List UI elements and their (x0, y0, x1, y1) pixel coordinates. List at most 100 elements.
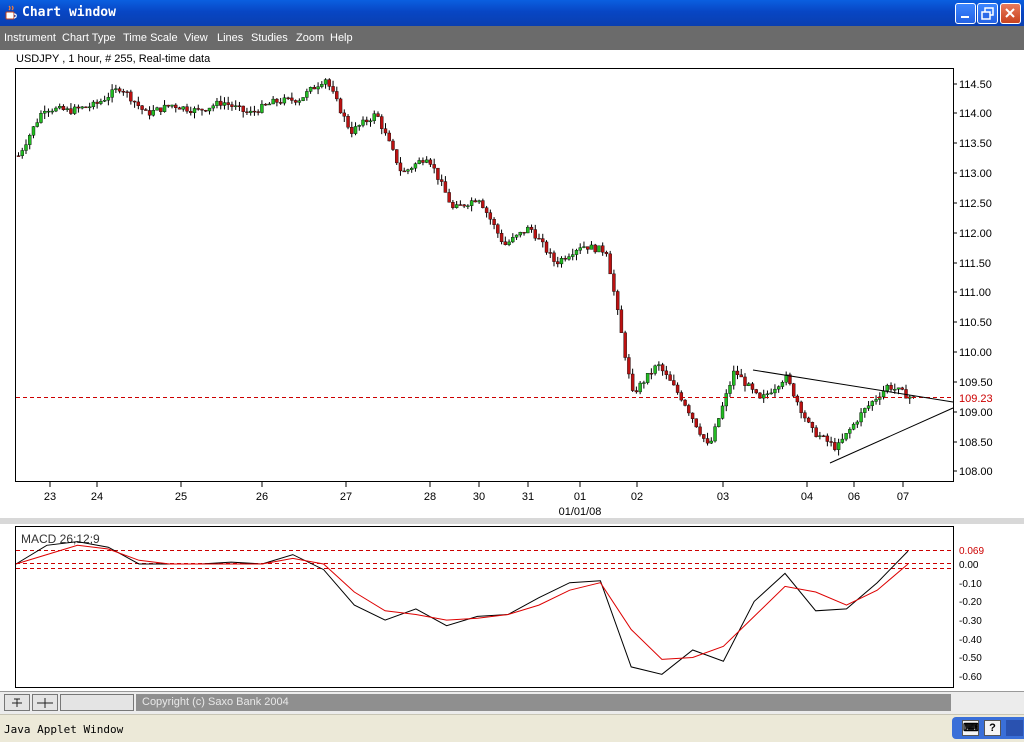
help-icon[interactable]: ? (984, 720, 1001, 736)
price-tick: 108.50 (953, 437, 993, 449)
close-button[interactable] (1000, 3, 1021, 24)
candle-body (222, 102, 227, 106)
close-icon (1005, 8, 1015, 18)
candle-body (327, 79, 332, 87)
candle-body (436, 167, 440, 180)
candle-body (398, 162, 403, 172)
candle-body (672, 380, 676, 386)
svg-text:03: 03 (717, 491, 729, 503)
candle-body (556, 261, 560, 265)
minimize-icon (961, 16, 969, 18)
svg-text:27: 27 (340, 491, 352, 503)
candle-body (245, 111, 249, 113)
candle-body (720, 405, 725, 419)
candle-body (698, 426, 702, 435)
candle-body (866, 405, 871, 409)
menu-chart-type[interactable]: Chart Type (62, 32, 116, 44)
candle-body (668, 374, 672, 381)
candle-body (851, 423, 856, 430)
candle-body (99, 101, 103, 104)
title-bar[interactable]: Chart window (0, 0, 1024, 26)
candle-body (207, 107, 212, 112)
price-chart[interactable]: USDJPY , 1 hour, # 255, Real-time data 1… (15, 53, 993, 518)
status-text: Java Applet Window (4, 723, 124, 736)
price-tick: 113.00 (953, 168, 992, 180)
price-tick: 114.00 (953, 108, 992, 120)
candle-body (492, 219, 496, 225)
keyboard-icon[interactable]: ⌨ (962, 720, 979, 736)
minimize-button[interactable] (955, 3, 976, 24)
candle-body (365, 119, 369, 123)
candle-body (863, 408, 867, 413)
candle-body (679, 392, 684, 401)
candle-body (20, 150, 24, 156)
chart-info-label: USDJPY , 1 hour, # 255, Real-time data (16, 53, 211, 65)
candle-body (803, 412, 807, 419)
candle-body (526, 226, 530, 234)
candle-body (806, 417, 811, 423)
candle-body (80, 106, 84, 109)
candle-body (28, 135, 32, 145)
menu-help[interactable]: Help (330, 32, 353, 44)
footer-blank-button[interactable] (60, 694, 134, 711)
menu-time-scale[interactable]: Time Scale (123, 32, 178, 44)
price-tick: 110.50 (953, 317, 992, 329)
macd-tick: -0.60 (959, 672, 982, 683)
svg-text:114.50: 114.50 (959, 79, 992, 91)
candle-body (732, 370, 736, 386)
candle-body (810, 421, 815, 428)
date-sublabel: 01/01/08 (559, 506, 602, 518)
crosshair-button[interactable] (32, 694, 58, 711)
candle-body (237, 105, 242, 107)
candle-body (338, 98, 343, 114)
svg-text:113.00: 113.00 (959, 168, 992, 180)
date-tick: 04 (801, 482, 813, 503)
candle-body (608, 253, 612, 275)
menu-studies[interactable]: Studies (251, 32, 288, 44)
candle-body (256, 111, 260, 113)
candle-body (421, 160, 425, 163)
candle-body (189, 111, 193, 114)
candle-body (43, 110, 47, 114)
candle-body (728, 385, 732, 394)
price-tick: 109.50 (953, 377, 993, 389)
time-axis: 23 24 25 26 27 28 30 31 01 02 03 04 06 0… (44, 482, 909, 518)
menu-view[interactable]: View (184, 32, 208, 44)
svg-text:02: 02 (631, 491, 643, 503)
chart-canvas[interactable]: USDJPY , 1 hour, # 255, Real-time data 1… (0, 50, 1024, 691)
macd-tick: -0.10 (959, 579, 982, 590)
candle-body (499, 233, 504, 242)
candle-body (503, 241, 508, 245)
candle-body (840, 438, 845, 443)
candle-body (24, 144, 28, 151)
candle-body (649, 373, 654, 375)
candle-body (484, 207, 489, 213)
candle-body (61, 106, 66, 111)
candle-body (844, 433, 848, 440)
menu-instrument[interactable]: Instrument (4, 32, 56, 44)
menu-zoom[interactable]: Zoom (296, 32, 324, 44)
macd-tick: -0.30 (959, 616, 982, 627)
candle-body (432, 164, 436, 169)
candle-body (821, 435, 826, 437)
candle-body (72, 106, 77, 114)
candle-body (578, 247, 582, 251)
candle-body (380, 116, 384, 129)
candle-body (451, 201, 455, 208)
candle-body (331, 86, 335, 92)
restore-icon (981, 7, 994, 20)
copyright-text: Copyright (c) Saxo Bank 2004 (136, 694, 951, 711)
candle-body (739, 374, 743, 378)
svg-text:111.50: 111.50 (959, 258, 991, 270)
candle-body (645, 373, 650, 383)
panel-separator[interactable] (0, 518, 1024, 524)
restore-button[interactable] (977, 3, 998, 24)
candle-body (709, 440, 713, 444)
tray-arrow-icon[interactable] (1006, 720, 1023, 736)
candle-body (121, 91, 126, 93)
pin-button[interactable] (4, 694, 30, 711)
macd-panel[interactable]: MACD 26;12;9 0.069 0.00 -0.10 -0.20 -0.3… (15, 526, 985, 688)
menu-lines[interactable]: Lines (217, 32, 243, 44)
svg-text:111.00: 111.00 (959, 287, 991, 299)
candle-body (196, 108, 200, 110)
